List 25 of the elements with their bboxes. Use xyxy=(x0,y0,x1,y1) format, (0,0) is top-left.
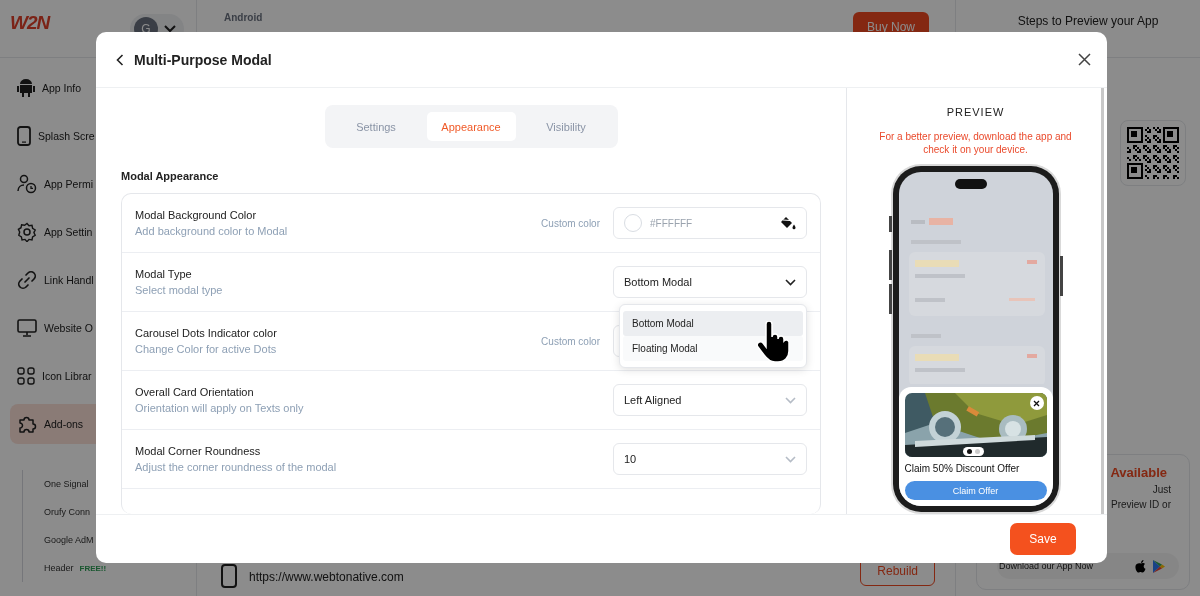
setting-description: Change Color for active Dots xyxy=(135,343,277,355)
preview-heading: PREVIEW xyxy=(946,106,1005,118)
platform-label: Android xyxy=(224,12,263,23)
setting-description: Add background color to Modal xyxy=(135,225,288,237)
download-label: Download our App Now xyxy=(999,561,1094,571)
color-mode-label: Custom color xyxy=(541,335,600,347)
modal-title: Multi-Purpose Modal xyxy=(134,51,272,68)
logo: W2N xyxy=(10,12,50,34)
setting-description: Orientation will apply on Texts only xyxy=(135,402,304,414)
card-heading: Available xyxy=(1110,465,1167,480)
setting-title: Carousel Dots Indicator color xyxy=(135,327,277,339)
color-mode-label: Custom color xyxy=(541,217,600,229)
section-title: Modal Appearance xyxy=(121,170,220,182)
setting-title: Modal Background Color xyxy=(135,209,258,221)
offer-title: Claim 50% Discount Offer xyxy=(904,463,1021,474)
free-tag: FREE!! xyxy=(79,563,107,573)
setting-title: Modal Type xyxy=(135,268,193,280)
card-text: Preview ID or xyxy=(1111,499,1171,510)
setting-description: Select modal type xyxy=(135,284,223,296)
app-url: https://www.webtonative.com xyxy=(249,570,404,584)
setting-title: Modal Corner Roundness xyxy=(135,445,262,457)
card-text: Just xyxy=(1152,484,1171,495)
setting-description: Adjust the corner roundness of the modal xyxy=(135,461,337,473)
preview-note: For a better preview, download the app and check it on your device. xyxy=(878,130,1073,156)
setting-title: Overall Card Orientation xyxy=(135,386,255,398)
